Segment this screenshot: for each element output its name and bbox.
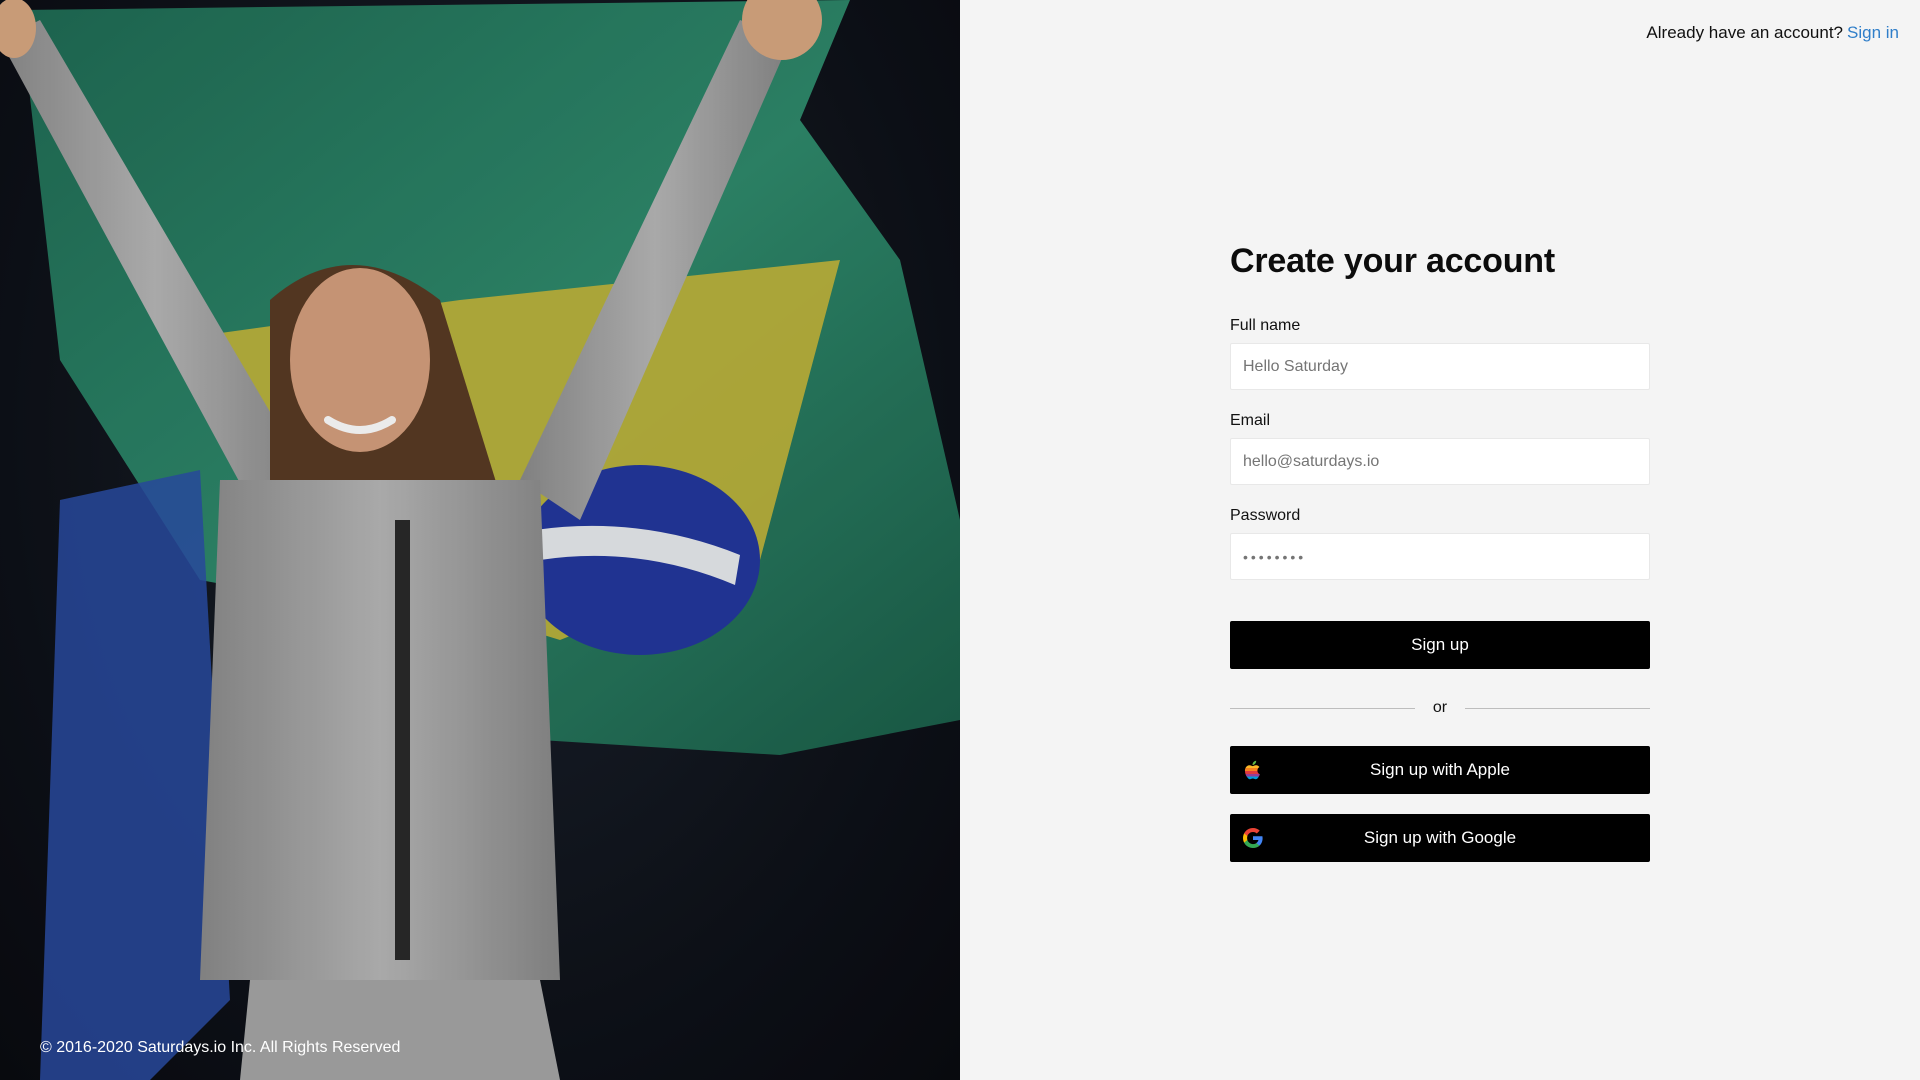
google-icon: [1243, 828, 1263, 848]
fullname-input[interactable]: [1230, 343, 1650, 390]
apple-signup-button[interactable]: Sign up with Apple: [1230, 746, 1650, 794]
signup-form: Create your account Full name Email Pass…: [1230, 242, 1651, 862]
divider-line-left: [1230, 707, 1415, 709]
fullname-label: Full name: [1230, 317, 1301, 334]
signin-link[interactable]: Sign in: [1847, 23, 1899, 42]
signin-prompt: Already have an account? Sign in: [1646, 23, 1899, 43]
divider-text: or: [1432, 699, 1448, 716]
signup-panel: Already have an account? Sign in Create y…: [960, 0, 1920, 1080]
or-divider: or: [1230, 699, 1651, 717]
email-label: Email: [1230, 412, 1271, 429]
copyright-text: © 2016-2020 Saturdays.io Inc. All Rights…: [40, 1039, 401, 1056]
page-title: Create your account: [1230, 242, 1555, 280]
signin-prompt-text: Already have an account?: [1646, 23, 1844, 42]
password-label: Password: [1230, 507, 1301, 524]
divider-line-right: [1465, 707, 1651, 709]
apple-icon: [1244, 760, 1260, 780]
apple-signup-label: Sign up with Apple: [1370, 760, 1510, 779]
email-input[interactable]: [1230, 438, 1650, 485]
google-signup-button[interactable]: Sign up with Google: [1230, 814, 1650, 862]
google-signup-label: Sign up with Google: [1363, 828, 1517, 847]
hero-image: © 2016-2020 Saturdays.io Inc. All Rights…: [0, 0, 960, 1080]
hero-illustration: [0, 0, 960, 1080]
signup-button[interactable]: Sign up: [1230, 621, 1650, 669]
password-input[interactable]: [1230, 533, 1650, 580]
